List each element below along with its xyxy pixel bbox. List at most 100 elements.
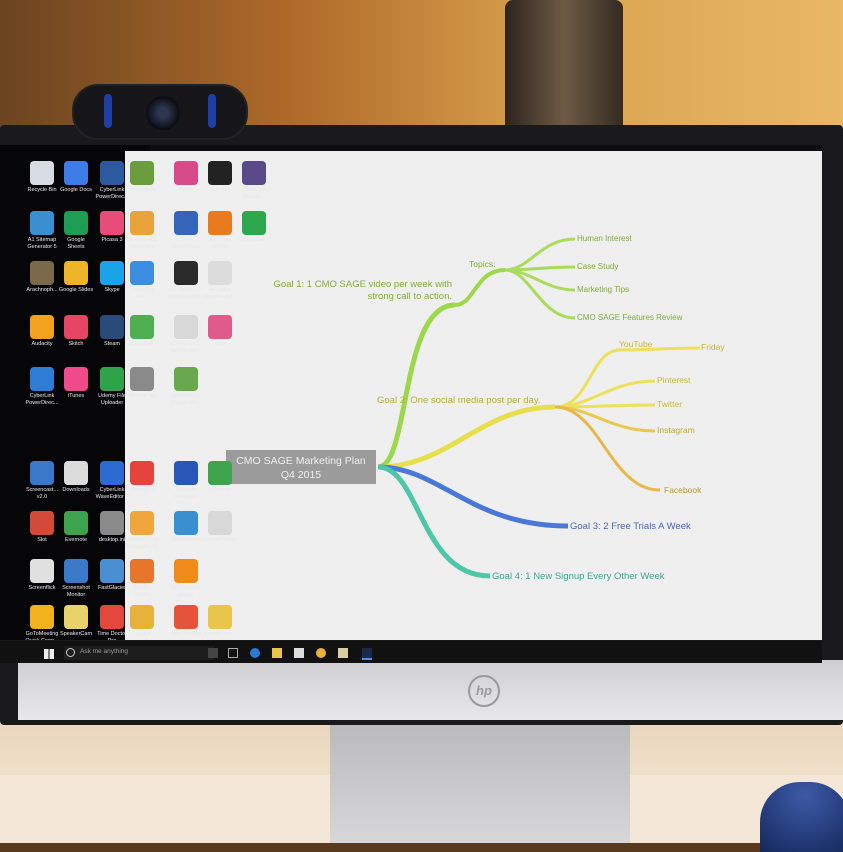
- social-item-facebook[interactable]: Facebook: [664, 485, 702, 495]
- cortana-search-box[interactable]: Ask me anything: [64, 646, 214, 660]
- screenshot-icon: [174, 367, 198, 391]
- desktop-icon[interactable]: pHpStore... Screen Sh...: [162, 367, 210, 407]
- active-window-icon[interactable]: [362, 648, 372, 660]
- desktop-icon[interactable]: Chrome App Launcher: [118, 211, 166, 251]
- desktop-icon[interactable]: desktop.ini: [118, 367, 166, 400]
- monitor-icon: [174, 211, 198, 235]
- gotomeeting-icon: [30, 605, 54, 629]
- document-icon: [208, 261, 232, 285]
- task-view-icon[interactable]: [228, 648, 238, 658]
- evernote-icon: [64, 511, 88, 535]
- chart-file-icon: [30, 559, 54, 583]
- sheets-icon: [64, 211, 88, 235]
- screen: CMO SAGE Marketing Plan Q4 2015 Goal 1: …: [0, 145, 822, 640]
- ini-file-icon: [130, 367, 154, 391]
- desktop-icon-label: Pixlr: [214, 341, 226, 347]
- desktop-icon[interactable]: Tor Browser: [118, 161, 166, 194]
- slot-icon: [30, 511, 54, 535]
- monitor-stand: [330, 718, 630, 843]
- desktop-icon-label: pHpStore... Screen Sh...: [170, 393, 202, 406]
- goal3-label[interactable]: Goal 3: 2 Free Trials A Week: [570, 521, 691, 532]
- topic-branch-1: [504, 237, 576, 272]
- vlc-icon: [174, 559, 198, 583]
- colorpicker-icon: [130, 315, 154, 339]
- desktop-icon-label: Chrome App Launcher: [126, 237, 158, 250]
- obs-icon: [174, 261, 198, 285]
- desktop-icon[interactable]: Comomato...: [230, 211, 278, 244]
- amazon-icon: [208, 211, 232, 235]
- social-branch-facebook: [554, 405, 661, 492]
- file-explorer-icon[interactable]: [272, 648, 282, 658]
- topic-branch-4: [504, 268, 576, 320]
- desktop-icon[interactable]: 4K Video Downloader...: [196, 261, 244, 301]
- audacity-icon: [30, 315, 54, 339]
- webcam-lens: [146, 96, 180, 130]
- topic-item[interactable]: CMO SAGE Features Review: [577, 313, 683, 322]
- social-item-youtube[interactable]: YouTube: [619, 339, 653, 349]
- skitch-icon: [64, 315, 88, 339]
- desktop-icon[interactable]: Movavi Video Converter 15: [118, 511, 166, 551]
- monitor-chin: [18, 660, 843, 720]
- desktop-icon-label: desktop.ini: [128, 393, 156, 399]
- desktop-icon[interactable]: Pixlr: [196, 315, 244, 348]
- speakercam-icon: [64, 605, 88, 629]
- goal2-label[interactable]: Goal 2: One social media post per day.: [377, 395, 541, 406]
- lamp-base: [505, 0, 623, 140]
- desktop-icon[interactable]: CoffeeCup Fre...: [118, 261, 166, 301]
- folder-icon: [64, 461, 88, 485]
- desktop-icon-label: 4K Video Downloader...: [203, 287, 237, 300]
- desktop-icon[interactable]: Message+: [118, 461, 166, 494]
- desktop-icon-label: Mozilla Firefox: [133, 585, 151, 598]
- social-item-twitter[interactable]: Twitter: [657, 399, 682, 409]
- location-icon: [242, 211, 266, 235]
- store-icon[interactable]: [294, 648, 304, 658]
- webcam-ring-left: [104, 94, 112, 128]
- evernote-icon: [208, 461, 232, 485]
- desktop-icon[interactable]: Google Chrome: [118, 605, 166, 640]
- chrome-taskbar-icon[interactable]: [316, 648, 326, 658]
- desktop-icon[interactable]: Evernote: [196, 461, 244, 494]
- goal3-branch: [377, 464, 569, 529]
- firefox-icon: [130, 559, 154, 583]
- webcam-ring-right: [208, 94, 216, 128]
- social-item-pinterest[interactable]: Pinterest: [657, 375, 691, 385]
- webcam: [72, 84, 248, 140]
- goal1-label-line2[interactable]: strong call to action.: [368, 291, 453, 302]
- goal4-label[interactable]: Goal 4: 1 New Signup Every Other Week: [492, 571, 665, 582]
- microphone-icon[interactable]: [208, 648, 218, 658]
- docs-icon: [64, 161, 88, 185]
- tor-icon: [130, 161, 154, 185]
- message-icon: [130, 461, 154, 485]
- ustream-icon: [174, 461, 198, 485]
- notes-taskbar-icon[interactable]: [338, 648, 348, 658]
- clock-icon: [64, 559, 88, 583]
- topic-item[interactable]: Case Study: [577, 262, 618, 271]
- edge-icon[interactable]: [250, 648, 260, 658]
- pixlr-icon: [208, 315, 232, 339]
- topics-label[interactable]: Topics:: [469, 259, 495, 269]
- desktop-icon[interactable]: ServerCare...: [196, 605, 244, 638]
- friday-label[interactable]: Friday: [701, 342, 725, 352]
- desktop-icon[interactable]: Google Drive: [196, 511, 244, 544]
- windows-start-icon[interactable]: [44, 649, 54, 659]
- movavi-icon: [130, 511, 154, 535]
- recycle-bin-icon: [30, 161, 54, 185]
- desktop-icon[interactable]: CyberLink Screen...: [230, 161, 278, 201]
- goal1-label-line1[interactable]: Goal 1: 1 CMO SAGE video per week with: [274, 279, 452, 290]
- chrome-icon: [130, 605, 154, 629]
- file-icon: [174, 315, 198, 339]
- desktop-icon-label: Google Chrome: [132, 631, 152, 640]
- app-launcher-icon: [130, 211, 154, 235]
- topic-item[interactable]: Marketing Tips: [577, 285, 629, 294]
- topic-item[interactable]: Human Interest: [577, 234, 632, 243]
- desktop-icon[interactable]: colorpicker: [118, 315, 166, 348]
- central-node-subtitle[interactable]: Q4 2015: [281, 469, 321, 481]
- topics-branch: [454, 268, 506, 307]
- social-item-instagram[interactable]: Instagram: [657, 425, 695, 435]
- desktop-icon-label: VLC media player: [172, 585, 200, 598]
- itunes-icon: [64, 367, 88, 391]
- desktop-icon[interactable]: Mozilla Firefox: [118, 559, 166, 599]
- search-placeholder: Ask me anything: [80, 648, 129, 655]
- desktop-icon[interactable]: VLC media player: [162, 559, 210, 599]
- vid-icon: [208, 161, 232, 185]
